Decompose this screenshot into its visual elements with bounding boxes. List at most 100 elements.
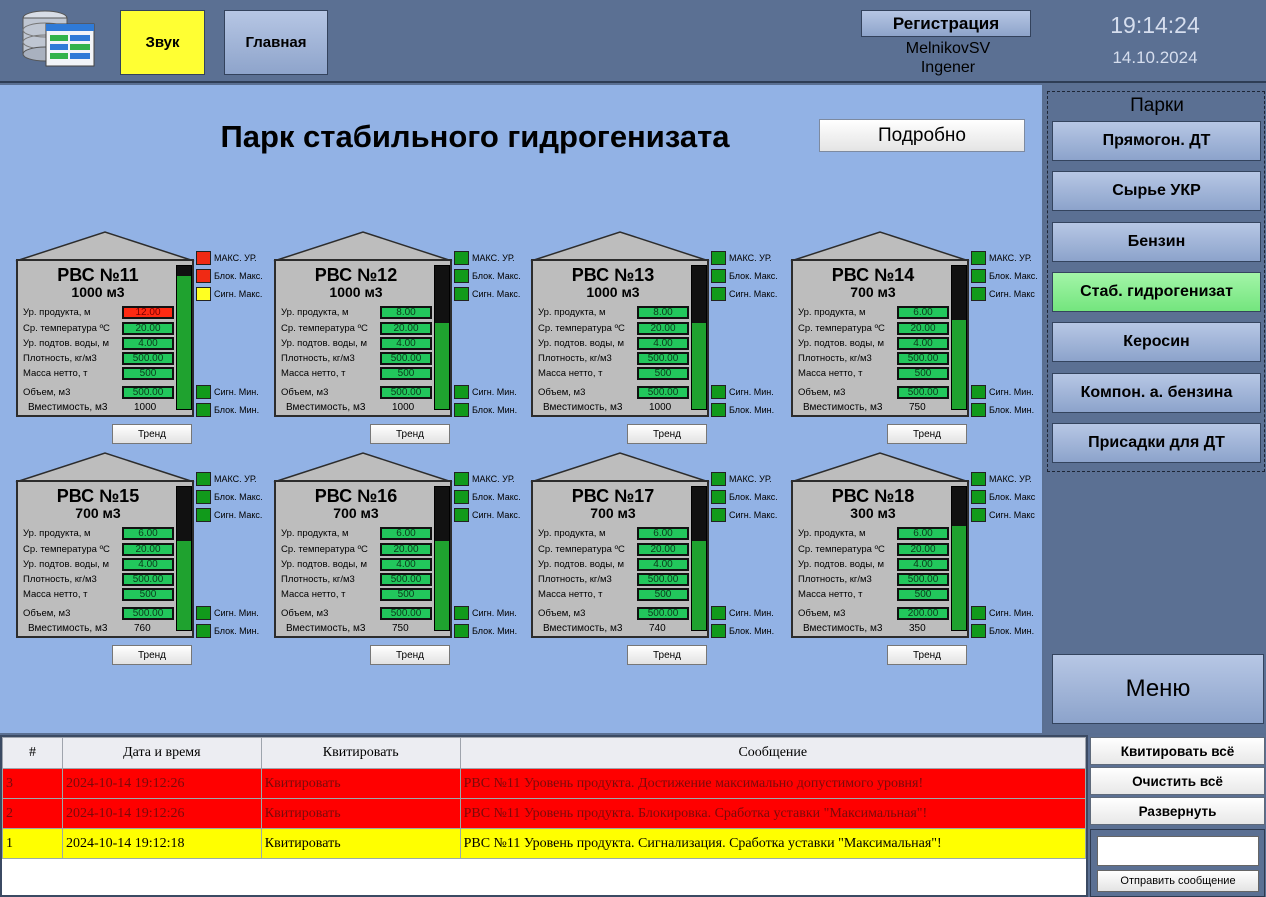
status-led xyxy=(454,403,469,417)
capacity-value: 750 xyxy=(909,402,926,413)
park-button[interactable]: Сырье УКР xyxy=(1052,171,1261,212)
param-label-net-mass: Масса нетто, т xyxy=(798,589,863,600)
status-led xyxy=(711,624,726,638)
registration-button[interactable]: Регистрация xyxy=(861,10,1031,37)
tank-body[interactable]: РВС №18 300 м3 Ур. продукта, м 6.00 Ср. темп… xyxy=(791,480,969,638)
param-label-avg-temp: Ср. температура ºС xyxy=(538,323,625,334)
param-value-avg-temp: 20.00 xyxy=(897,322,949,335)
param-label-volume: Объем, м3 xyxy=(281,608,329,619)
tank-volume-class: 700 м3 xyxy=(850,284,896,300)
park-button[interactable]: Прямогон. ДТ xyxy=(1052,121,1261,161)
status-led-label: Блок. Макс. xyxy=(214,271,263,281)
status-led-label: МАКС. УР. xyxy=(989,253,1032,263)
status-led xyxy=(196,508,211,522)
param-value-net-mass: 500 xyxy=(897,588,949,601)
col-message[interactable]: Сообщение xyxy=(459,737,1087,769)
tank-name: РВС №14 xyxy=(831,265,915,285)
tank-body[interactable]: РВС №12 1000 м3 Ур. продукта, м 8.00 Ср. тем… xyxy=(274,259,452,417)
ack-all-button[interactable]: Квитировать всё xyxy=(1090,737,1265,765)
message-input[interactable] xyxy=(1097,836,1259,866)
trend-button[interactable]: Тренд xyxy=(370,424,450,444)
park-button[interactable]: Компон. а. бензина xyxy=(1052,372,1261,413)
param-value-water-level: 4.00 xyxy=(897,558,949,571)
detail-button[interactable]: Подробно xyxy=(819,119,1025,152)
tank-body[interactable]: РВС №13 1000 м3 Ур. продукта, м 8.00 Ср. тем… xyxy=(531,259,709,417)
tank-card: РВС №12 1000 м3 Ур. продукта, м 8.00 Ср. тем… xyxy=(266,231,524,446)
trend-button[interactable]: Тренд xyxy=(627,424,707,444)
tank-body[interactable]: РВС №11 1000 м3 Ур. продукта, м 12.00 Ср. те… xyxy=(16,259,194,417)
trend-button[interactable]: Тренд xyxy=(112,424,192,444)
param-label-product-level: Ур. продукта, м xyxy=(538,307,606,318)
capacity-label: Вместимость, м3 xyxy=(803,402,883,413)
send-message-button[interactable]: Отправить сообщение xyxy=(1097,870,1259,892)
col-datetime[interactable]: Дата и время xyxy=(61,737,262,769)
status-led xyxy=(196,287,211,301)
col-acknowledge[interactable]: Квитировать xyxy=(260,737,461,769)
alarm-ack-link[interactable]: Квитировать xyxy=(260,798,461,829)
park-button[interactable]: Керосин xyxy=(1052,322,1261,363)
trend-button[interactable]: Тренд xyxy=(887,424,967,444)
menu-button[interactable]: Меню xyxy=(1052,654,1264,724)
alarm-datetime: 2024-10-14 19:12:26 xyxy=(61,768,262,799)
tank-body[interactable]: РВС №14 700 м3 Ур. продукта, м 6.00 Ср. темп… xyxy=(791,259,969,417)
param-value-density: 500.00 xyxy=(637,352,689,365)
alarm-message: РВС №11 Уровень продукта. Блокировка. Ср… xyxy=(459,798,1087,829)
park-button[interactable]: Бензин xyxy=(1052,221,1261,262)
tank-volume-class: 700 м3 xyxy=(590,505,636,521)
alarm-log: # Дата и время Квитировать Сообщение 3 20… xyxy=(0,735,1088,897)
param-label-water-level: Ур. подтов. воды, м xyxy=(798,559,884,570)
park-button[interactable]: Присадки для ДТ xyxy=(1052,422,1261,463)
param-label-water-level: Ур. подтов. воды, м xyxy=(281,559,367,570)
tank-body[interactable]: РВС №15 700 м3 Ур. продукта, м 6.00 Ср. темп… xyxy=(16,480,194,638)
param-value-avg-temp: 20.00 xyxy=(897,543,949,556)
status-led xyxy=(454,251,469,265)
capacity-label: Вместимость, м3 xyxy=(28,623,108,634)
param-label-volume: Объем, м3 xyxy=(23,608,71,619)
param-label-net-mass: Масса нетто, т xyxy=(538,368,603,379)
status-led-label: Блок. Мин. xyxy=(989,626,1035,636)
param-value-density: 500.00 xyxy=(380,352,432,365)
alarm-row[interactable]: 2 2024-10-14 19:12:26 Квитировать РВС №11 У… xyxy=(2,798,1087,829)
param-label-product-level: Ур. продукта, м xyxy=(798,528,866,539)
trend-button[interactable]: Тренд xyxy=(112,645,192,665)
status-led xyxy=(711,385,726,399)
status-led xyxy=(454,472,469,486)
capacity-value: 350 xyxy=(909,623,926,634)
col-number[interactable]: # xyxy=(2,737,63,769)
status-led-label: Блок. Мин. xyxy=(729,405,775,415)
capacity-value: 1000 xyxy=(392,402,415,413)
param-label-volume: Объем, м3 xyxy=(281,387,329,398)
tank-card: РВС №18 300 м3 Ур. продукта, м 6.00 Ср. темп… xyxy=(783,452,1041,667)
param-label-density: Плотность, кг/м3 xyxy=(538,353,612,364)
status-led xyxy=(454,490,469,504)
status-led-label: МАКС. УР. xyxy=(214,474,257,484)
tank-body[interactable]: РВС №17 700 м3 Ур. продукта, м 6.00 Ср. темп… xyxy=(531,480,709,638)
alarm-ack-link[interactable]: Квитировать xyxy=(260,768,461,799)
trend-button[interactable]: Тренд xyxy=(627,645,707,665)
alarm-row[interactable]: 3 2024-10-14 19:12:26 Квитировать РВС №11 У… xyxy=(2,768,1087,799)
param-label-density: Плотность, кг/м3 xyxy=(538,574,612,585)
param-label-water-level: Ур. подтов. воды, м xyxy=(281,338,367,349)
capacity-value: 1000 xyxy=(649,402,672,413)
clock-date: 14.10.2024 xyxy=(1112,48,1198,67)
trend-button[interactable]: Тренд xyxy=(887,645,967,665)
param-label-avg-temp: Ср. температура ºС xyxy=(538,544,625,555)
param-value-density: 500.00 xyxy=(637,573,689,586)
status-led xyxy=(454,606,469,620)
trend-button[interactable]: Тренд xyxy=(370,645,450,665)
param-value-net-mass: 500 xyxy=(637,367,689,380)
status-led xyxy=(196,472,211,486)
tank-body[interactable]: РВС №16 700 м3 Ур. продукта, м 6.00 Ср. темп… xyxy=(274,480,452,638)
param-value-water-level: 4.00 xyxy=(122,337,174,350)
clear-all-button[interactable]: Очистить всё xyxy=(1090,767,1265,795)
alarm-ack-link[interactable]: Квитировать xyxy=(260,828,461,859)
param-label-water-level: Ур. подтов. воды, м xyxy=(538,338,624,349)
expand-button[interactable]: Развернуть xyxy=(1090,797,1265,825)
alarm-row[interactable]: 1 2024-10-14 19:12:18 Квитировать РВС №11 У… xyxy=(2,828,1087,859)
status-led xyxy=(711,269,726,283)
home-button[interactable]: Главная xyxy=(224,10,328,75)
param-label-density: Плотность, кг/м3 xyxy=(281,353,355,364)
sound-button[interactable]: Звук xyxy=(120,10,205,75)
park-button[interactable]: Стаб. гидрогенизат xyxy=(1052,271,1261,312)
level-gauge-fill xyxy=(435,541,449,630)
